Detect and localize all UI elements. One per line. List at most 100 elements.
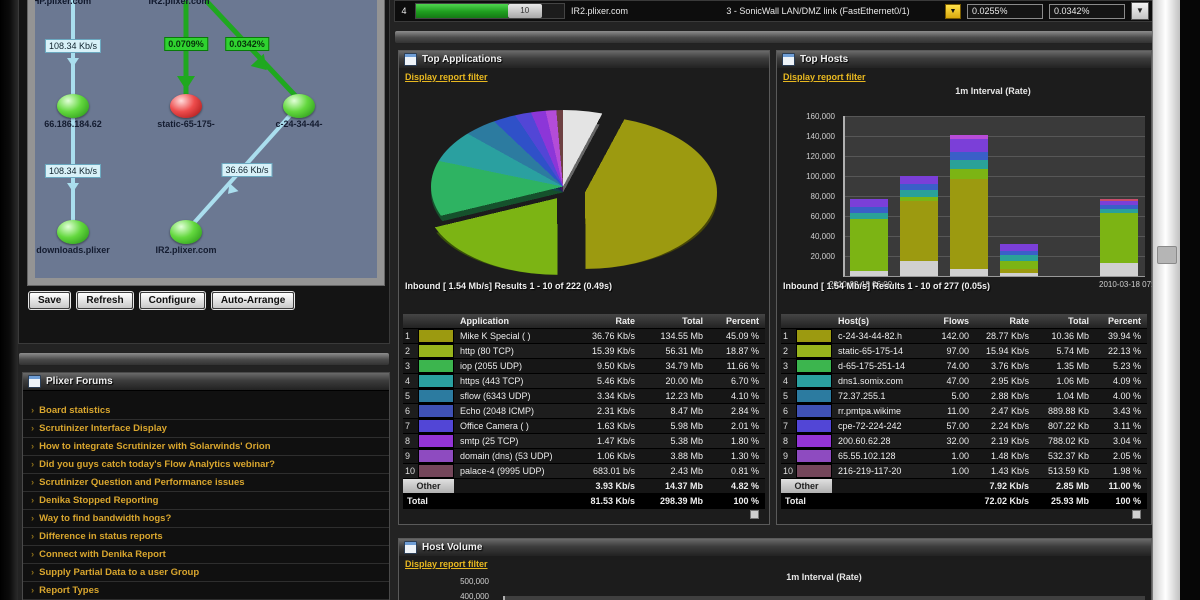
map-button-configure[interactable]: Configure xyxy=(140,292,205,309)
map-frame: HP.plixer.comIR2.plixer.com66.186.184.62… xyxy=(27,0,385,286)
forum-topic-link[interactable]: ›Way to find bandwidth hogs? xyxy=(23,510,389,528)
total-label: Total xyxy=(781,494,975,508)
pie-slice-http-80-tcp-[interactable] xyxy=(425,122,689,275)
stacked-bar[interactable] xyxy=(1100,199,1138,276)
map-button-auto-arrange[interactable]: Auto-Arrange xyxy=(212,292,294,309)
table-row[interactable]: 7cpe-72-224-24257.002.24 Kb/s807.22 Kb3.… xyxy=(781,419,1147,434)
forums-panel-title: Plixer Forums xyxy=(46,376,113,387)
rank-cell: 1 xyxy=(781,329,796,343)
value-cell: 4.00 % xyxy=(1095,389,1147,403)
table-row[interactable]: 10palace-4 (9995 UDP)683.01 b/s2.43 Mb0.… xyxy=(403,464,765,479)
stacked-bar[interactable] xyxy=(950,135,988,276)
rank-color-swatch xyxy=(796,389,832,403)
other-label: Other xyxy=(781,479,832,493)
table-row[interactable]: 965.55.102.1281.001.48 Kb/s532.37 Kb2.05… xyxy=(781,449,1147,464)
horizontal-splitter-right[interactable] xyxy=(394,30,1154,44)
value-cell: 22.13 % xyxy=(1095,344,1147,358)
bar-segment-teal xyxy=(850,213,888,219)
forum-topic-link[interactable]: ›Supply Partial Data to a user Group xyxy=(23,564,389,582)
rank-cell: 2 xyxy=(781,344,796,358)
row-dropdown-button[interactable]: ▼ xyxy=(1131,2,1149,20)
forum-topic-text: Connect with Denika Report xyxy=(39,549,166,560)
value-cell: 1.00 xyxy=(931,464,975,478)
map-button-save[interactable]: Save xyxy=(29,292,70,309)
table-row[interactable]: 8200.60.62.2832.002.19 Kb/s788.02 Kb3.04… xyxy=(781,434,1147,449)
forum-topic-link[interactable]: ›Board statistics xyxy=(23,402,389,420)
hv-ytick: 400,000 xyxy=(439,592,489,600)
left-edge-strip xyxy=(0,0,18,600)
rank-color-swatch xyxy=(796,449,832,463)
page-scrollbar-track[interactable] xyxy=(1152,0,1181,600)
hv-display-report-filter-link[interactable]: Display report filter xyxy=(405,559,488,569)
forum-topic-text: Report Types xyxy=(39,585,99,596)
top-applications-pie-chart[interactable] xyxy=(413,104,753,304)
table-row[interactable]: 3d-65-175-251-1474.003.76 Kb/s1.35 Mb5.2… xyxy=(781,359,1147,374)
forum-topic-list: ›Board statistics›Scrutinizer Interface … xyxy=(23,390,389,600)
name-cell: Mike K Special ( ) xyxy=(454,329,577,343)
horizontal-splitter-left[interactable] xyxy=(18,352,390,366)
device-name: IR2.plixer.com xyxy=(571,6,691,16)
name-cell: dns1.somix.com xyxy=(832,374,931,388)
hosts-resize-grip[interactable] xyxy=(1132,510,1141,519)
table-row[interactable]: 6rr.pmtpa.wikime11.002.47 Kb/s889.88 Kb3… xyxy=(781,404,1147,419)
map-button-refresh[interactable]: Refresh xyxy=(77,292,132,309)
total-value: 100 % xyxy=(709,494,765,508)
forum-topic-text: Did you guys catch today's Flow Analytic… xyxy=(39,459,275,470)
table-row[interactable]: 1c-24-34-44-82.h142.0028.77 Kb/s10.36 Mb… xyxy=(781,329,1147,344)
table-row[interactable]: 6Echo (2048 ICMP)2.31 Kb/s8.47 Mb2.84 % xyxy=(403,404,765,419)
top-hosts-table: Host(s)FlowsRateTotalPercent1c-24-34-44-… xyxy=(781,314,1147,509)
rank-cell: 6 xyxy=(403,404,418,418)
table-row[interactable]: 1Mike K Special ( )36.76 Kb/s134.55 Mb45… xyxy=(403,329,765,344)
map-node-green[interactable] xyxy=(283,94,315,118)
forum-topic-link[interactable]: ›How to integrate Scrutinizer with Solar… xyxy=(23,438,389,456)
stacked-bar[interactable] xyxy=(850,199,888,276)
page-scrollbar-thumb[interactable] xyxy=(1157,246,1177,264)
total-value: 72.02 Kb/s xyxy=(975,494,1035,508)
interface-status-row[interactable]: 4 10 IR2.plixer.com 3 - SonicWall LAN/DM… xyxy=(394,0,1154,22)
rank-cell: 7 xyxy=(781,419,796,433)
utilization-gauge-fill xyxy=(416,4,508,18)
forum-topic-text: Difference in status reports xyxy=(39,531,163,542)
value-cell: 2.01 % xyxy=(709,419,765,433)
rank-color-swatch xyxy=(418,464,454,478)
bar-segment-teal xyxy=(950,160,988,169)
bar-segment-teal xyxy=(1100,209,1138,213)
hosts-display-report-filter-link[interactable]: Display report filter xyxy=(783,72,866,82)
table-row[interactable]: 4https (443 TCP)5.46 Kb/s20.00 Mb6.70 % xyxy=(403,374,765,389)
apps-resize-grip[interactable] xyxy=(750,510,759,519)
forum-topic-link[interactable]: ›Scrutinizer Interface Display xyxy=(23,420,389,438)
table-total-row: Total81.53 Kb/s298.39 Mb100 % xyxy=(403,494,765,509)
value-cell: 36.76 Kb/s xyxy=(577,329,641,343)
table-row[interactable]: 2static-65-175-1497.0015.94 Kb/s5.74 Mb2… xyxy=(781,344,1147,359)
network-map-canvas[interactable]: HP.plixer.comIR2.plixer.com66.186.184.62… xyxy=(35,0,377,278)
table-row[interactable]: 3iop (2055 UDP)9.50 Kb/s34.79 Mb11.66 % xyxy=(403,359,765,374)
table-row[interactable]: 2http (80 TCP)15.39 Kb/s56.31 Mb18.87 % xyxy=(403,344,765,359)
table-row[interactable]: 572.37.255.15.002.88 Kb/s1.04 Mb4.00 % xyxy=(781,389,1147,404)
table-row[interactable]: 5sflow (6343 UDP)3.34 Kb/s12.23 Mb4.10 % xyxy=(403,389,765,404)
forum-topic-link[interactable]: ›Report Types xyxy=(23,582,389,600)
stacked-bar[interactable] xyxy=(900,176,938,276)
table-row[interactable]: 4dns1.somix.com47.002.95 Kb/s1.06 Mb4.09… xyxy=(781,374,1147,389)
table-row[interactable]: 10216-219-117-201.001.43 Kb/s513.59 Kb1.… xyxy=(781,464,1147,479)
value-cell: 1.30 % xyxy=(709,449,765,463)
y-axis-tick-label: 120,000 xyxy=(785,152,835,161)
table-row[interactable]: 8smtp (25 TCP)1.47 Kb/s5.38 Mb1.80 % xyxy=(403,434,765,449)
map-node-green[interactable] xyxy=(57,220,89,244)
stacked-bar[interactable] xyxy=(1000,244,1038,276)
forum-topic-link[interactable]: ›Denika Stopped Reporting xyxy=(23,492,389,510)
forum-topic-link[interactable]: ›Scrutinizer Question and Performance is… xyxy=(23,474,389,492)
forum-topic-link[interactable]: ›Difference in status reports xyxy=(23,528,389,546)
table-row[interactable]: 7Office Camera ( )1.63 Kb/s5.98 Mb2.01 % xyxy=(403,419,765,434)
table-row[interactable]: 9domain (dns) (53 UDP)1.06 Kb/s3.88 Mb1.… xyxy=(403,449,765,464)
apps-display-report-filter-link[interactable]: Display report filter xyxy=(405,72,488,82)
map-node-red[interactable] xyxy=(170,94,202,118)
map-node-green[interactable] xyxy=(170,220,202,244)
forum-topic-link[interactable]: ›Did you guys catch today's Flow Analyti… xyxy=(23,456,389,474)
value-cell: 2.43 Mb xyxy=(641,464,709,478)
alarm-dropdown-icon[interactable]: ▼ xyxy=(945,4,961,19)
gridline xyxy=(845,116,1145,117)
forum-topic-link[interactable]: ›Connect with Denika Report xyxy=(23,546,389,564)
bar-segment-green xyxy=(1000,261,1038,269)
map-node-green[interactable] xyxy=(57,94,89,118)
forum-topic-text: Board statistics xyxy=(39,405,110,416)
